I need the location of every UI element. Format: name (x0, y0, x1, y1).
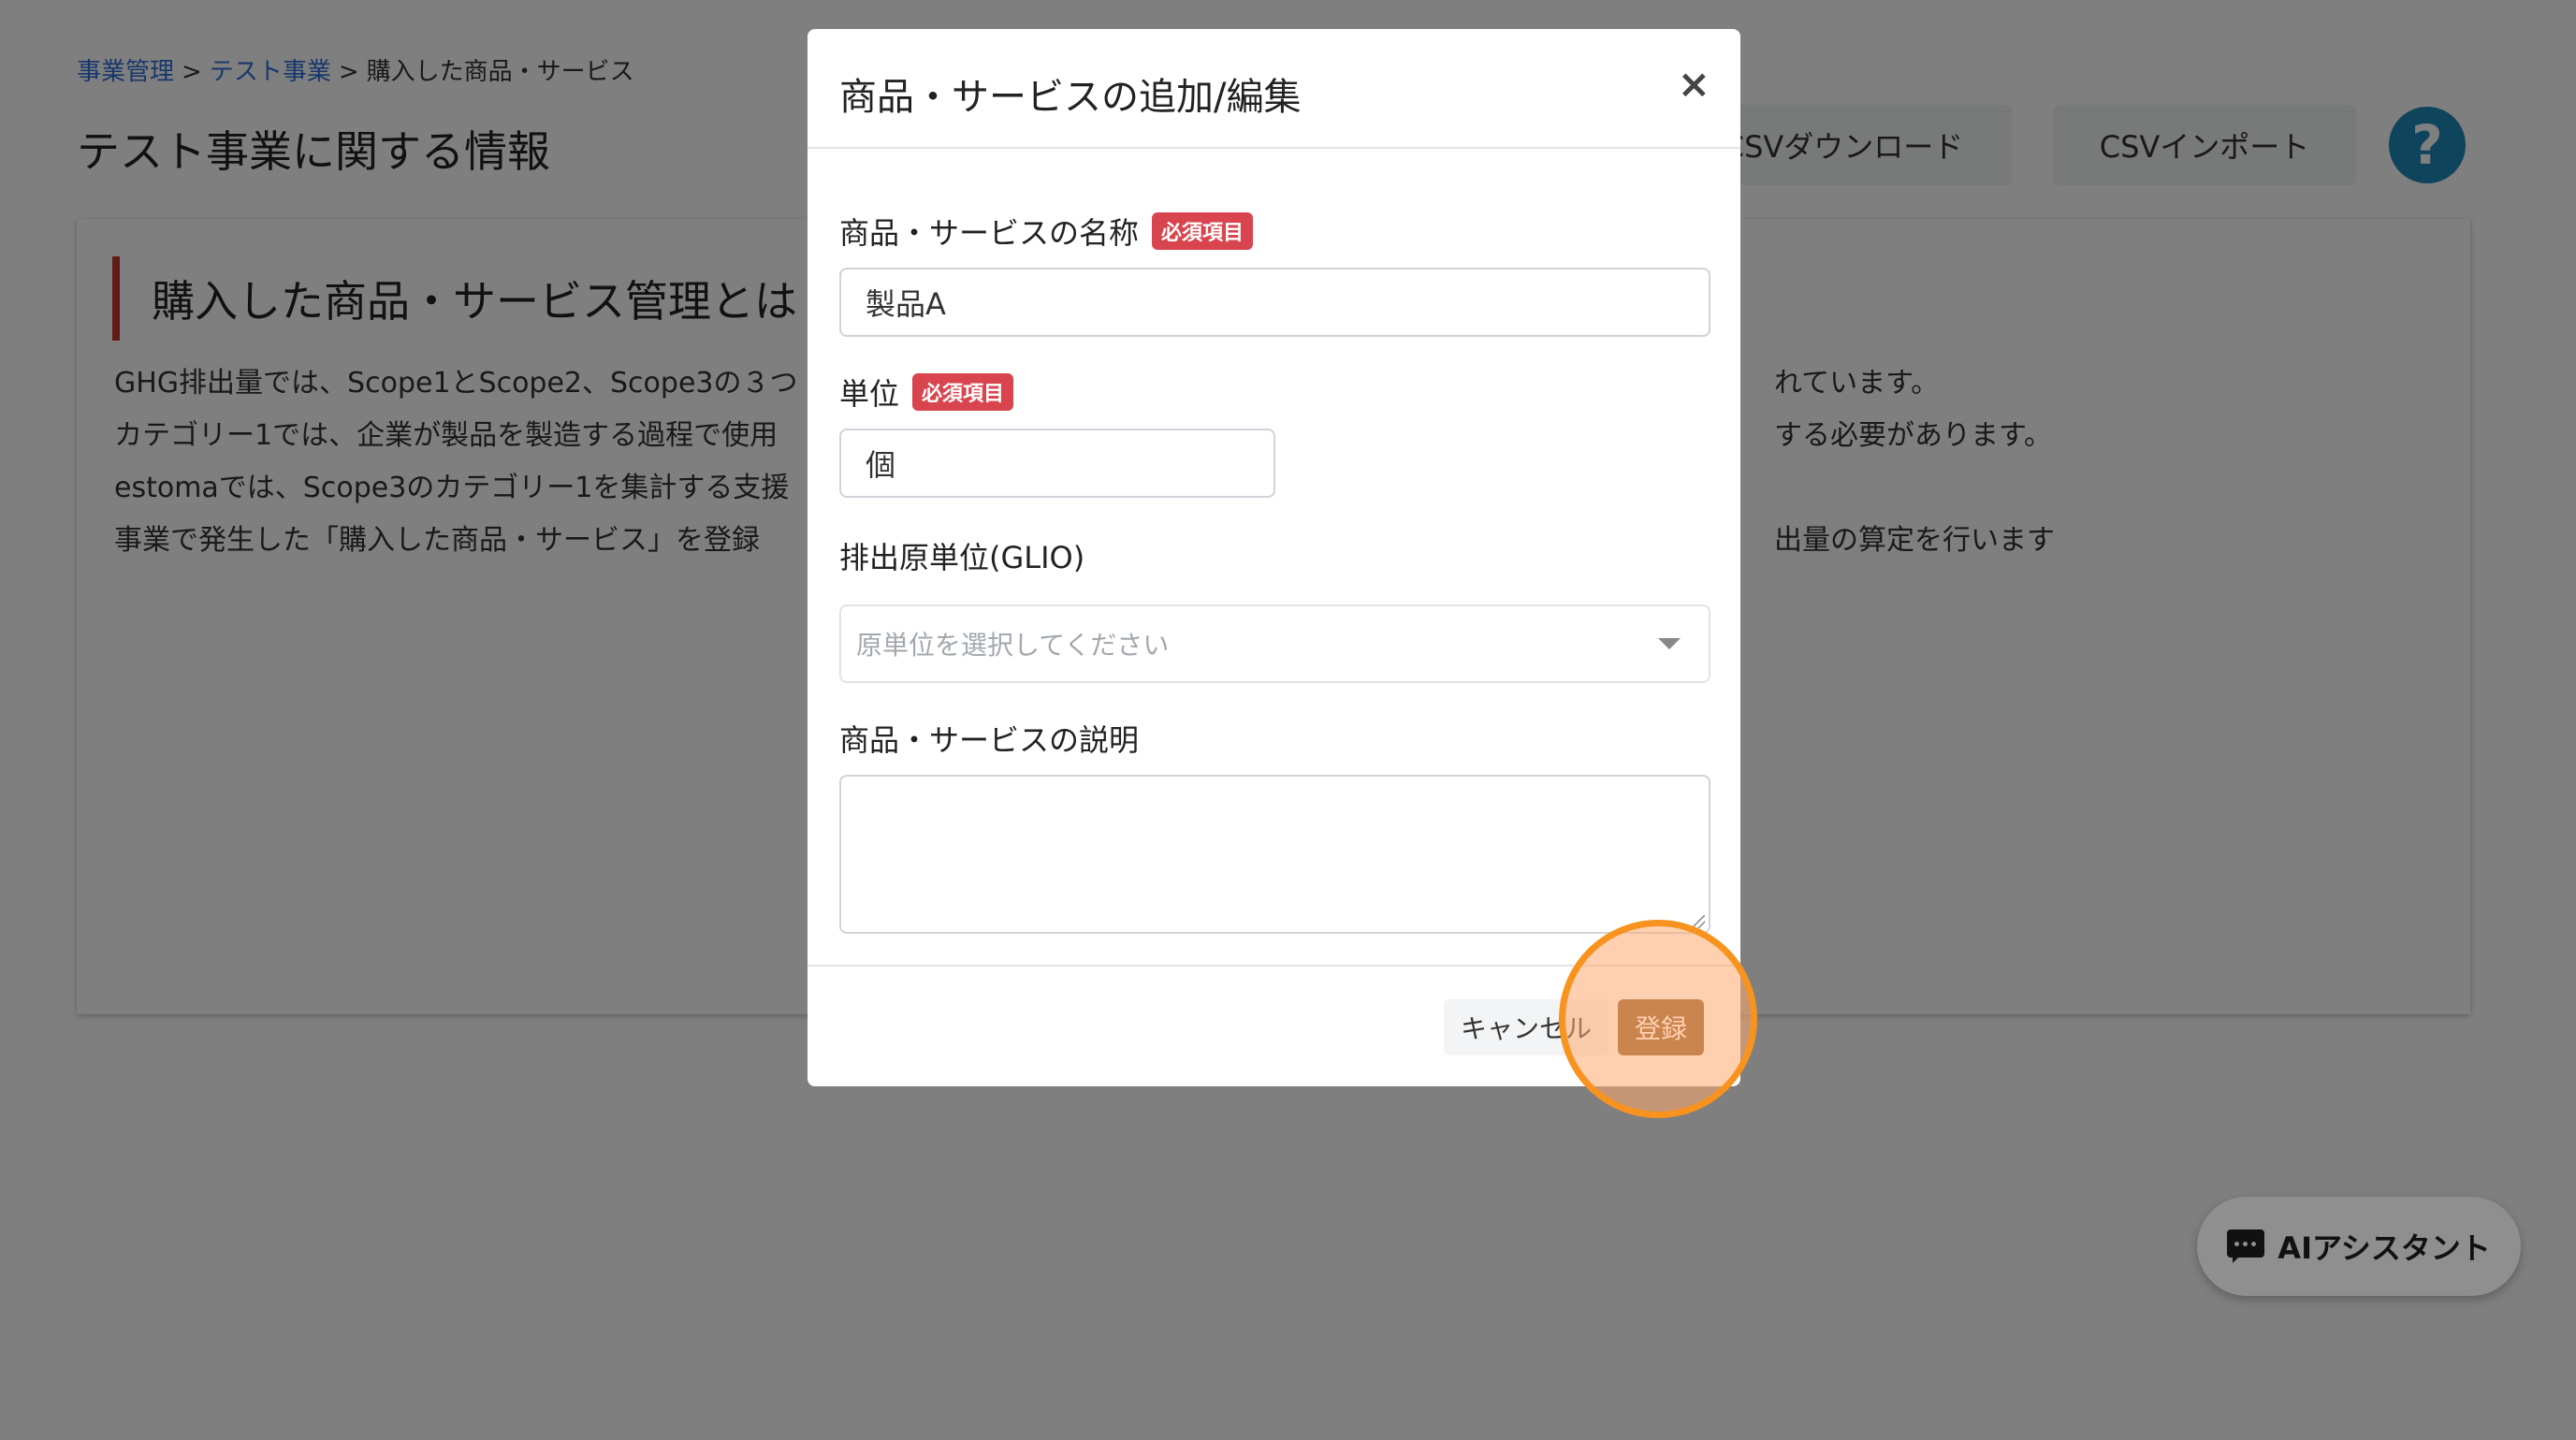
select-placeholder: 原単位を選択してください (856, 630, 1170, 661)
click-highlight (1559, 920, 1757, 1118)
emission-factor-select[interactable]: 原単位を選択してください (839, 604, 1710, 683)
required-badge: 必須項目 (912, 373, 1014, 411)
required-badge: 必須項目 (1152, 212, 1254, 250)
chat-icon (2227, 1229, 2265, 1263)
product-name-input[interactable]: 製品A (839, 268, 1710, 337)
description-textarea[interactable] (839, 775, 1710, 934)
unit-input[interactable]: 個 (839, 429, 1275, 498)
chevron-down-icon (1658, 638, 1681, 649)
emission-factor-label: 排出原単位(GLIO) (839, 540, 1085, 575)
unit-label: 単位 必須項目 (839, 371, 1014, 414)
product-edit-modal: 商品・サービスの追加/編集 × 商品・サービスの名称 必須項目 製品A 単位 必… (808, 29, 1740, 1086)
description-label: 商品・サービスの説明 (839, 722, 1140, 758)
close-icon[interactable]: × (1678, 61, 1710, 107)
ai-assistant-label: AIアシスタント (2278, 1230, 2491, 1266)
name-label: 商品・サービスの名称 必須項目 (839, 210, 1254, 253)
modal-title: 商品・サービスの追加/編集 (839, 76, 1302, 119)
ai-assistant-button[interactable]: AIアシスタント (2197, 1197, 2521, 1296)
modal-header: 商品・サービスの追加/編集 × (808, 29, 1740, 149)
